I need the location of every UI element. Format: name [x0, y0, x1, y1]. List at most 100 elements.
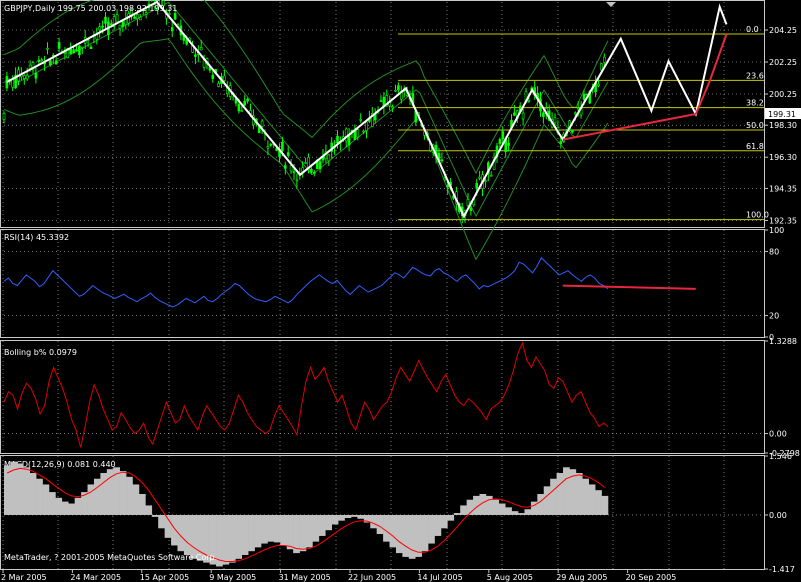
candle-body — [365, 121, 368, 131]
fib-level-label: 38.2 — [746, 99, 764, 108]
x-tick-label: 20 Sep 2005 — [626, 573, 677, 582]
candle-body — [600, 63, 603, 71]
macd-histogram-bar — [518, 513, 525, 515]
candle-body — [46, 47, 49, 50]
x-tick-label: 31 May 2005 — [279, 573, 331, 582]
candle-body — [170, 27, 174, 32]
candle-body — [2, 112, 6, 120]
x-tick-label: 5 Aug 2005 — [487, 573, 533, 582]
macd-histogram-bar — [588, 484, 596, 515]
macd-histogram-bar — [280, 514, 288, 546]
candle-body — [478, 176, 481, 179]
macd-histogram-bar — [29, 473, 37, 515]
candle-body — [394, 89, 397, 92]
macd-histogram-bar — [286, 514, 294, 550]
macd-histogram-bar — [312, 514, 320, 542]
candle-body — [269, 144, 273, 146]
candle-body — [40, 59, 44, 62]
fib-level-label: 50.0 — [746, 121, 764, 130]
candle-body — [89, 46, 93, 49]
macd-histogram-bar — [261, 514, 268, 544]
trading-chart: 0.0 23.6 38.2 50.0 61.8 100.0 GBPJPY,Daily 19… — [0, 0, 801, 582]
candle-body — [391, 106, 394, 109]
fib-level-label: 23.6 — [746, 71, 764, 80]
candle-body — [37, 59, 41, 62]
candle-body — [507, 142, 510, 146]
fib-level-label: 61.8 — [746, 142, 764, 151]
candle-body — [118, 24, 122, 29]
macd-histogram-bar — [151, 514, 159, 517]
macd-histogram-bar — [440, 514, 448, 529]
macd-histogram-bar — [550, 478, 557, 515]
y-tick-label: 204.25 — [769, 26, 797, 35]
candle-body — [211, 74, 215, 79]
candle-body — [576, 107, 580, 110]
candle-body — [379, 100, 383, 102]
macd-histogram-bar — [498, 503, 506, 515]
macd-histogram-bar — [338, 514, 345, 521]
candle-body — [194, 54, 197, 57]
macd-histogram-bar — [485, 495, 493, 515]
macd-histogram-bar — [126, 476, 133, 515]
macd-histogram-bar — [306, 514, 313, 548]
macd-histogram-bar — [434, 514, 442, 536]
candle-body — [312, 171, 316, 174]
candle-body — [133, 16, 136, 19]
macd-histogram-bar — [48, 492, 56, 515]
macd-histogram-bar — [138, 493, 146, 515]
candle-body — [359, 119, 363, 121]
macd-histogram-bar — [492, 499, 500, 515]
macd-histogram-bar — [55, 497, 63, 515]
candle-body — [168, 13, 171, 15]
macd-histogram-bar — [87, 484, 95, 515]
candle-body — [144, 12, 148, 15]
macd-histogram-bar — [408, 514, 416, 559]
candle-body — [139, 16, 142, 21]
candle-body — [286, 152, 290, 156]
macd-histogram-bar — [395, 514, 403, 554]
candle-body — [185, 39, 188, 45]
macd-histogram-bar — [350, 514, 358, 517]
macd-histogram-bar — [601, 495, 609, 515]
y-tick-label: 194.35 — [769, 184, 797, 193]
macd-histogram-bar — [113, 467, 120, 515]
fib-level-label: 0.0 — [746, 25, 759, 34]
candle-body — [489, 174, 493, 177]
candle-body — [571, 130, 574, 133]
candle-body — [243, 101, 246, 106]
candle-body — [336, 135, 339, 144]
y-tick-label: 200.25 — [769, 90, 797, 99]
candle-body — [54, 60, 58, 65]
candle-body — [136, 14, 139, 19]
macd-histogram-bar — [132, 484, 140, 515]
candle-body — [498, 139, 502, 145]
candle-body — [22, 75, 26, 79]
candle-body — [246, 98, 249, 102]
y-tick-label: 0.00 — [769, 430, 787, 439]
candle-body — [69, 49, 72, 54]
candle-body — [98, 26, 101, 31]
y-tick-label: 100 — [769, 226, 784, 235]
macd-histogram-bar — [93, 478, 101, 515]
macd-histogram-bar — [235, 514, 243, 559]
candle-body — [266, 146, 270, 149]
candle-body — [121, 21, 125, 27]
macd-histogram-bar — [74, 497, 82, 515]
candle-body — [310, 168, 313, 173]
candle-body — [34, 72, 38, 79]
candle-body — [475, 183, 479, 189]
candle-body — [344, 128, 348, 142]
candle-body — [553, 117, 557, 124]
macd-histogram-bar — [376, 514, 384, 535]
macd-histogram-bar — [421, 514, 429, 552]
macd-histogram-bar — [119, 471, 127, 515]
candle-body — [292, 171, 296, 173]
x-tick-label: 2 Mar 2005 — [1, 573, 47, 582]
candle-body — [295, 179, 299, 182]
candle-body — [397, 85, 400, 91]
candle-body — [63, 52, 67, 54]
candle-body — [115, 14, 119, 23]
candle-body — [289, 165, 293, 172]
macd-histogram-bar — [228, 514, 236, 563]
y-tick-label: -1.417 — [769, 565, 795, 574]
